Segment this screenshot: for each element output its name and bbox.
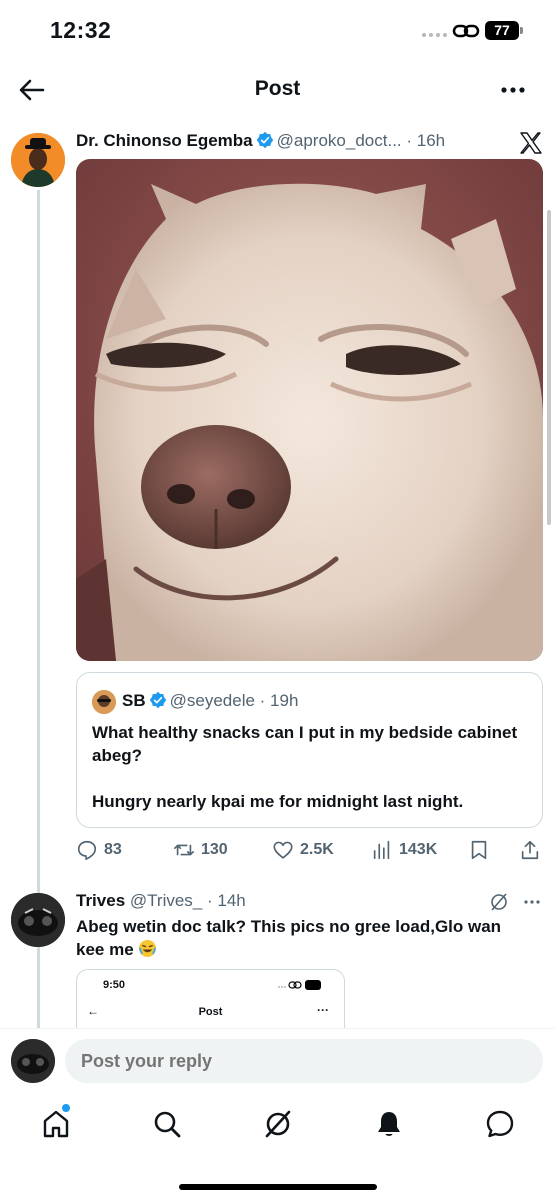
quote-text-line: Hungry nearly kpai me for midnight last … <box>92 792 464 811</box>
status-time: 12:32 <box>50 17 112 43</box>
bookmark-icon <box>471 840 487 860</box>
bell-icon <box>378 1112 400 1136</box>
mini-status-time: 9:50 <box>103 979 126 991</box>
messages-icon <box>486 1110 514 1138</box>
nav-messages[interactable] <box>480 1104 520 1144</box>
share-button[interactable] <box>519 836 541 864</box>
nav-home[interactable] <box>36 1104 76 1144</box>
more-icon[interactable] <box>498 76 528 104</box>
hotspot-icon <box>452 24 480 38</box>
author-name[interactable]: Dr. Chinonso Egemba <box>76 131 253 150</box>
repost-icon <box>174 844 194 856</box>
quote-text-line: What healthy snacks can I put in my beds… <box>92 723 518 765</box>
repost-count: 130 <box>201 841 228 858</box>
reply-author-line: Trives @Trives_ · 14h <box>76 891 246 911</box>
mini-more-icon: ··· <box>317 1003 329 1017</box>
avatar[interactable] <box>11 133 65 187</box>
views-count: 143K <box>399 841 438 858</box>
reply-button[interactable]: 83 <box>76 836 122 864</box>
nav-notifications[interactable] <box>369 1104 409 1144</box>
signal-icon <box>422 33 448 39</box>
author-handle[interactable]: @aproko_doct... <box>277 131 402 150</box>
views-button[interactable]: 143K <box>371 836 437 864</box>
nav-grok[interactable] <box>258 1104 298 1144</box>
current-user-avatar[interactable] <box>11 1039 55 1083</box>
separator-dot: · <box>401 131 417 150</box>
mini-page-title: Post <box>198 1006 223 1018</box>
reply-author-name[interactable]: Trives <box>76 891 125 910</box>
views-icon <box>373 840 390 860</box>
home-indicator <box>179 1184 377 1190</box>
reply-icon <box>77 840 97 860</box>
battery-icon: 77 <box>485 21 519 40</box>
verified-badge-icon <box>256 131 273 149</box>
like-count: 2.5K <box>300 841 334 858</box>
x-logo-icon <box>520 132 542 154</box>
reply-options <box>491 893 540 911</box>
scrollbar[interactable] <box>547 210 551 525</box>
quote-avatar[interactable] <box>92 690 116 714</box>
quote-handle[interactable]: @seyedele <box>170 691 255 710</box>
home-notification-dot <box>62 1104 70 1112</box>
quote-time: 19h <box>270 691 299 710</box>
search-icon <box>154 1111 181 1138</box>
quote-text: What healthy snacks can I put in my beds… <box>92 721 532 836</box>
status-bar: 12:32 77 <box>0 0 555 62</box>
home-icon <box>43 1110 69 1138</box>
reply-input[interactable] <box>65 1039 543 1083</box>
quoted-post[interactable]: SB @seyedele · 19h What healthy snacks ca… <box>76 672 543 828</box>
separator-dot: · <box>202 891 218 910</box>
page-title: Post <box>254 77 301 100</box>
nav-search[interactable] <box>147 1104 187 1144</box>
separator-dot: · <box>254 691 271 710</box>
bottom-navigation <box>0 1092 555 1200</box>
mini-status-icons <box>278 980 321 990</box>
share-icon <box>521 840 539 860</box>
reply-count: 83 <box>104 841 122 858</box>
reply-time: 14h <box>217 891 246 910</box>
bookmark-button[interactable] <box>468 836 490 864</box>
battery-tip <box>520 27 523 34</box>
reply-handle[interactable]: @Trives_ <box>130 891 202 910</box>
like-button[interactable]: 2.5K <box>272 836 334 864</box>
crying-laughing-emoji-icon <box>139 939 157 958</box>
reply-text-block: Abeg wetin doc talk? This pics no gree l… <box>76 915 516 961</box>
post-image[interactable] <box>76 159 543 661</box>
quote-author-name[interactable]: SB <box>122 691 146 710</box>
repost-button[interactable]: 130 <box>173 836 228 864</box>
reply-avatar[interactable] <box>11 893 65 947</box>
verified-badge-icon <box>149 691 166 709</box>
grok-icon <box>265 1110 291 1138</box>
post-header: Post <box>0 62 555 118</box>
post-author-line: Dr. Chinonso Egemba @aproko_doct... · 16h <box>76 131 516 155</box>
post-actions: 83 130 2.5K 143K <box>76 836 546 864</box>
post-time: 16h <box>416 131 446 150</box>
grok-icon <box>491 893 507 911</box>
like-icon <box>273 841 293 859</box>
reply-composer <box>0 1028 555 1092</box>
more-icon <box>524 900 540 904</box>
quote-author-line: SB @seyedele · 19h <box>122 691 298 711</box>
